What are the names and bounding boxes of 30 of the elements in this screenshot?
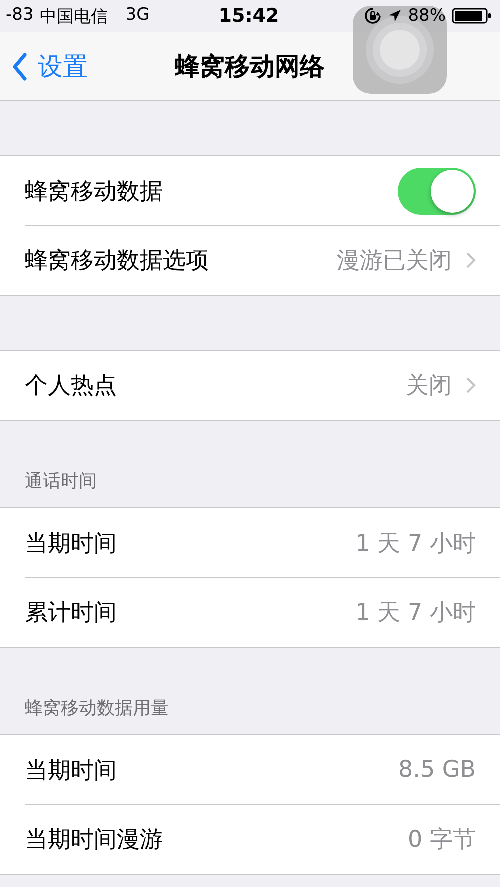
row-value: 漫游已关闭 [337,247,452,276]
row-value: 关闭 [406,372,452,401]
carrier-name: 中国电信 [40,6,108,28]
row-label: 个人热点 [25,372,118,401]
row-value: 0 字节 [408,826,476,855]
row-label: 当期时间漫游 [25,826,164,855]
row-label: 当期时间 [25,530,118,558]
row-label: 蜂窝移动数据 [25,178,164,206]
location-arrow-icon [388,9,402,23]
row-label: 累计时间 [25,599,118,628]
row-label: 蜂窝移动数据选项 [25,247,210,276]
toggle-switch[interactable] [398,168,476,214]
battery-percent: 88% [408,6,446,26]
chevron-icon [466,252,476,269]
signal-strength: -83 [6,4,34,26]
section-header: 蜂窝移动数据用量 [25,697,169,720]
row-value: 1 天 7 小时 [356,530,476,558]
rotation-lock-icon [364,7,382,25]
row-label: 当期时间 [25,756,118,786]
status-time: 15:42 [218,5,280,27]
chevron-icon [466,377,476,394]
back-button[interactable]: 设置 [12,50,88,83]
section-header: 通话时间 [25,470,97,493]
assistive-touch-button[interactable] [353,6,447,94]
battery-icon [452,8,492,24]
network-type: 3G [126,4,150,26]
page-title: 蜂窝移动网络 [175,50,325,82]
back-chevron-icon [12,52,28,80]
row-value: 1 天 7 小时 [356,599,476,628]
row-value: 8.5 GB [398,757,476,783]
